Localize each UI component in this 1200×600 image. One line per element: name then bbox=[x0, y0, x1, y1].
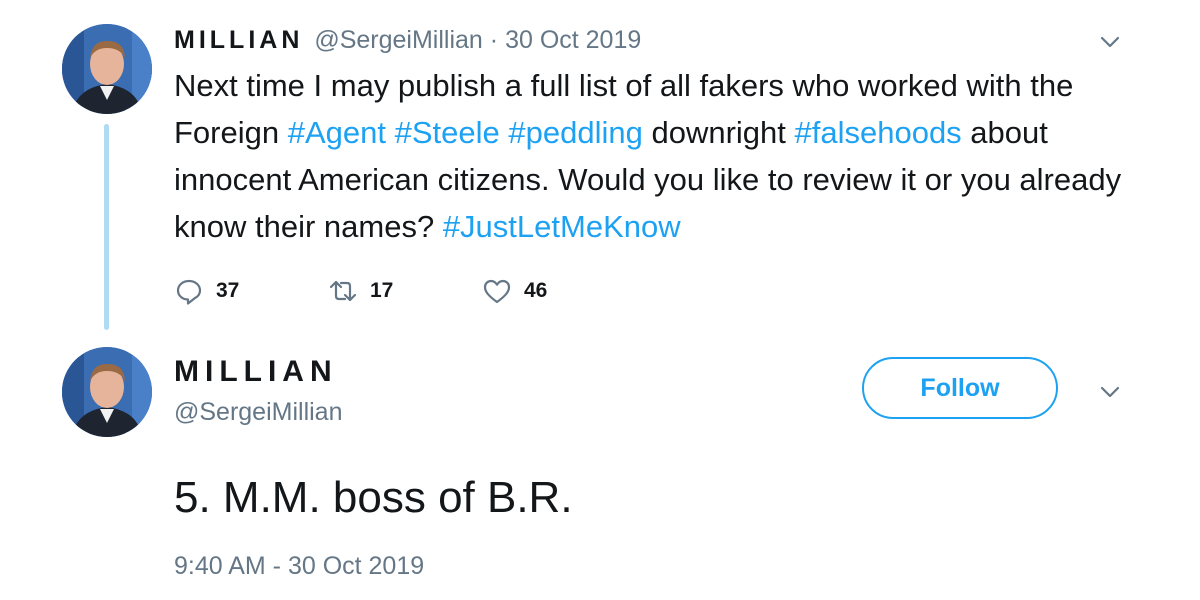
tweet-timestamp[interactable]: 9:40 AM - 30 Oct 2019 bbox=[174, 550, 424, 582]
retweet-icon bbox=[329, 280, 357, 302]
thread-connector-line bbox=[104, 124, 109, 330]
tweet-text-segment: downright bbox=[642, 115, 795, 150]
chevron-down-icon[interactable] bbox=[1098, 380, 1122, 404]
follow-button[interactable]: Follow bbox=[862, 357, 1058, 419]
author-display-name[interactable]: MILLIAN bbox=[174, 26, 303, 54]
reply-tweet-header: MILLIAN @SergeiMillian · 30 Oct 2019 bbox=[174, 24, 641, 56]
avatar-photo bbox=[62, 347, 152, 437]
hashtag-link[interactable]: #Agent bbox=[288, 115, 386, 150]
reply-button[interactable]: 37 bbox=[174, 273, 239, 309]
hashtag-link[interactable]: #falsehoods bbox=[795, 115, 962, 150]
hashtag-link[interactable]: #peddling bbox=[508, 115, 642, 150]
retweet-button[interactable]: 17 bbox=[328, 273, 393, 309]
avatar[interactable] bbox=[62, 347, 152, 437]
heart-icon bbox=[483, 279, 511, 304]
tweet-thread: MILLIAN @SergeiMillian · 30 Oct 2019 Nex… bbox=[0, 0, 1200, 600]
reply-icon bbox=[176, 279, 202, 305]
hashtag-link[interactable]: #JustLetMeKnow bbox=[443, 209, 681, 244]
author-display-name[interactable]: MILLIAN bbox=[174, 352, 338, 392]
like-count: 46 bbox=[524, 279, 548, 302]
author-handle[interactable]: @SergeiMillian bbox=[314, 26, 483, 54]
tweet-text-segment bbox=[386, 115, 395, 150]
like-button[interactable]: 46 bbox=[482, 273, 547, 309]
hashtag-link[interactable]: #Steele bbox=[395, 115, 500, 150]
reply-tweet-text: Next time I may publish a full list of a… bbox=[174, 62, 1164, 250]
main-tweet-text: 5. M.M. boss of B.R. bbox=[174, 473, 573, 522]
author-handle[interactable]: @SergeiMillian bbox=[174, 396, 343, 428]
header-separator: · bbox=[489, 26, 499, 54]
tweet-date[interactable]: 30 Oct 2019 bbox=[505, 26, 641, 54]
chevron-down-icon[interactable] bbox=[1098, 30, 1122, 54]
avatar-photo bbox=[62, 24, 152, 114]
reply-count: 37 bbox=[216, 279, 240, 302]
retweet-count: 17 bbox=[370, 279, 394, 302]
avatar[interactable] bbox=[62, 24, 152, 114]
